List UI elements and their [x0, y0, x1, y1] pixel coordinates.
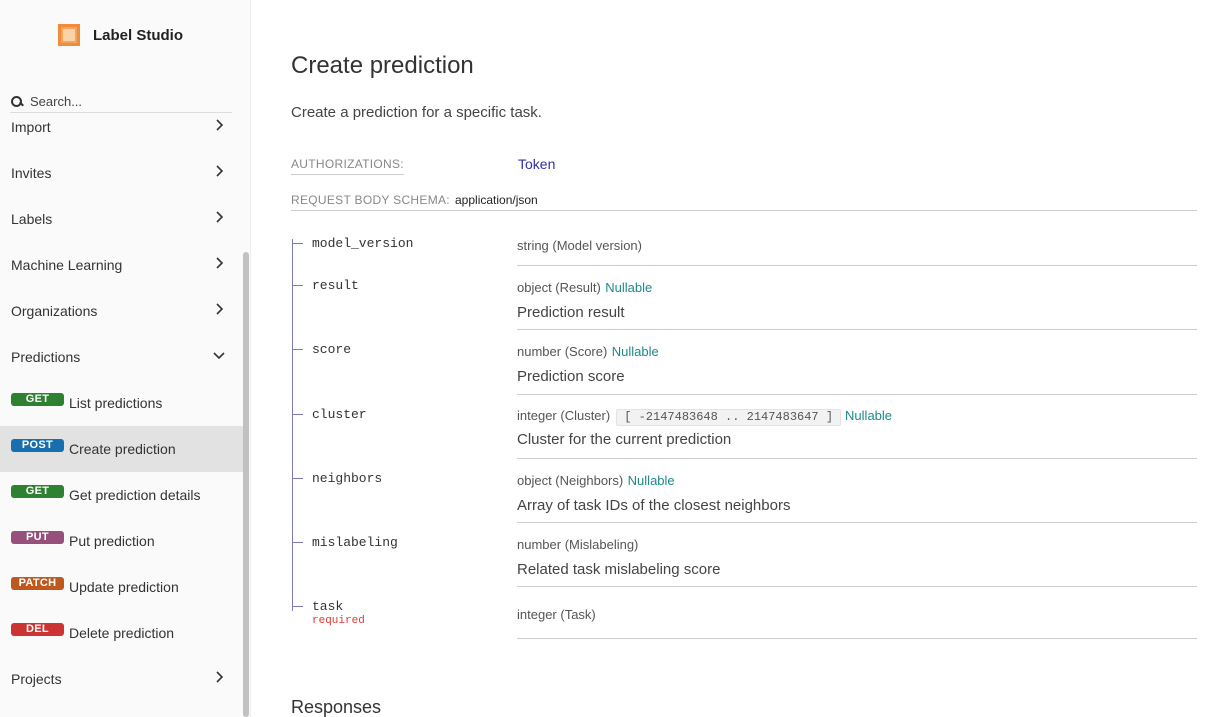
sidebar-item-label: Delete prediction [69, 625, 175, 641]
property-name: mislabeling [291, 535, 398, 550]
sidebar-item-labels[interactable]: Labels [0, 196, 243, 242]
property-description: Cluster for the current prediction [517, 431, 732, 448]
property-name: cluster [291, 407, 367, 422]
request-body-schema-label: REQUEST BODY SCHEMA: [291, 193, 450, 207]
value-range: [ -2147483648 .. 2147483647 ] [616, 409, 842, 426]
app-logo[interactable]: Label Studio [58, 24, 183, 46]
chevron-right-icon [216, 165, 224, 177]
chevron-right-icon [216, 303, 224, 315]
property-type: number (Score) [517, 344, 608, 359]
sidebar-item-create-prediction[interactable]: POST Create prediction [0, 426, 243, 472]
sidebar-item-import[interactable]: Import [0, 104, 243, 150]
chevron-right-icon [216, 257, 224, 269]
page-description: Create a prediction for a specific task. [291, 104, 542, 121]
chevron-right-icon [216, 119, 224, 131]
method-badge-put: PUT [11, 530, 64, 544]
sidebar-item-label: Create prediction [69, 441, 176, 457]
required-tag: required [312, 615, 365, 627]
property-name: result [291, 278, 359, 293]
sidebar-scrollbar[interactable] [243, 252, 249, 717]
sidebar-item-label: Projects [11, 671, 62, 687]
divider [517, 458, 1197, 459]
property-type: object (Result) [517, 280, 601, 295]
property-description: Array of task IDs of the closest neighbo… [517, 497, 791, 514]
divider [517, 394, 1197, 395]
divider [517, 329, 1197, 330]
property-type: number (Mislabeling) [517, 537, 639, 552]
method-badge-post: POST [11, 438, 64, 452]
sidebar-item-invites[interactable]: Invites [0, 150, 243, 196]
nullable-tag: Nullable [611, 344, 659, 359]
property-type: integer (Task) [517, 607, 596, 622]
property-description: Prediction result [517, 304, 625, 321]
sidebar-item-machine-learning[interactable]: Machine Learning [0, 242, 243, 288]
method-badge-get: GET [11, 484, 64, 498]
sidebar-item-list-predictions[interactable]: GET List predictions [0, 380, 243, 426]
property-description: Prediction score [517, 368, 625, 385]
chevron-right-icon [216, 211, 224, 223]
sidebar-item-label: Labels [11, 211, 53, 227]
label-studio-logo-icon [58, 24, 80, 46]
property-type: string (Model version) [517, 238, 642, 253]
nullable-tag: Nullable [627, 473, 675, 488]
sidebar-item-label: Machine Learning [11, 257, 123, 273]
divider [517, 586, 1197, 587]
sidebar-item-label: Invites [11, 165, 52, 181]
sidebar-item-label: Update prediction [69, 579, 179, 595]
method-badge-del: DEL [11, 622, 64, 636]
nullable-tag: Nullable [845, 408, 893, 423]
property-name: neighbors [291, 471, 382, 486]
property-name: score [291, 342, 351, 357]
page-title: Create prediction [291, 52, 474, 79]
property-name: task [291, 599, 343, 614]
sidebar-item-projects[interactable]: Projects [0, 656, 243, 702]
sidebar-item-predictions[interactable]: Predictions [0, 334, 243, 380]
responses-heading: Responses [291, 697, 382, 717]
nullable-tag: Nullable [605, 280, 653, 295]
sidebar-item-label: Import [11, 119, 51, 135]
sidebar-item-get-prediction-details[interactable]: GET Get prediction details [0, 472, 243, 518]
property-type: integer (Cluster) [517, 408, 611, 423]
content-type-value: application/json [455, 193, 538, 207]
sidebar: Label Studio Import Invites Labels Machi… [0, 0, 251, 717]
sidebar-item-label: List predictions [69, 395, 163, 411]
sidebar-item-put-prediction[interactable]: PUT Put prediction [0, 518, 243, 564]
property-type: object (Neighbors) [517, 473, 624, 488]
schema-tree-line [292, 243, 293, 607]
sidebar-item-label: Put prediction [69, 533, 155, 549]
sidebar-item-label: Get prediction details [69, 487, 201, 503]
method-badge-patch: PATCH [11, 576, 64, 590]
divider [517, 265, 1197, 266]
divider [517, 638, 1197, 639]
divider [517, 522, 1197, 523]
property-description: Related task mislabeling score [517, 561, 721, 578]
chevron-right-icon [216, 671, 224, 683]
app-name: Label Studio [93, 26, 183, 44]
sidebar-item-label: Predictions [11, 349, 81, 365]
sidebar-item-organizations[interactable]: Organizations [0, 288, 243, 334]
sidebar-item-update-prediction[interactable]: PATCH Update prediction [0, 564, 243, 610]
main-content: Create prediction Create a prediction fo… [291, 0, 1197, 717]
authorizations-label: AUTHORIZATIONS: [291, 157, 404, 175]
divider [291, 210, 1197, 211]
authorization-token-link[interactable]: Token [518, 156, 555, 172]
property-name: model_version [291, 236, 413, 251]
method-badge-get: GET [11, 392, 64, 406]
chevron-down-icon [213, 352, 225, 360]
sidebar-item-delete-prediction[interactable]: DEL Delete prediction [0, 610, 243, 656]
sidebar-item-label: Organizations [11, 303, 98, 319]
